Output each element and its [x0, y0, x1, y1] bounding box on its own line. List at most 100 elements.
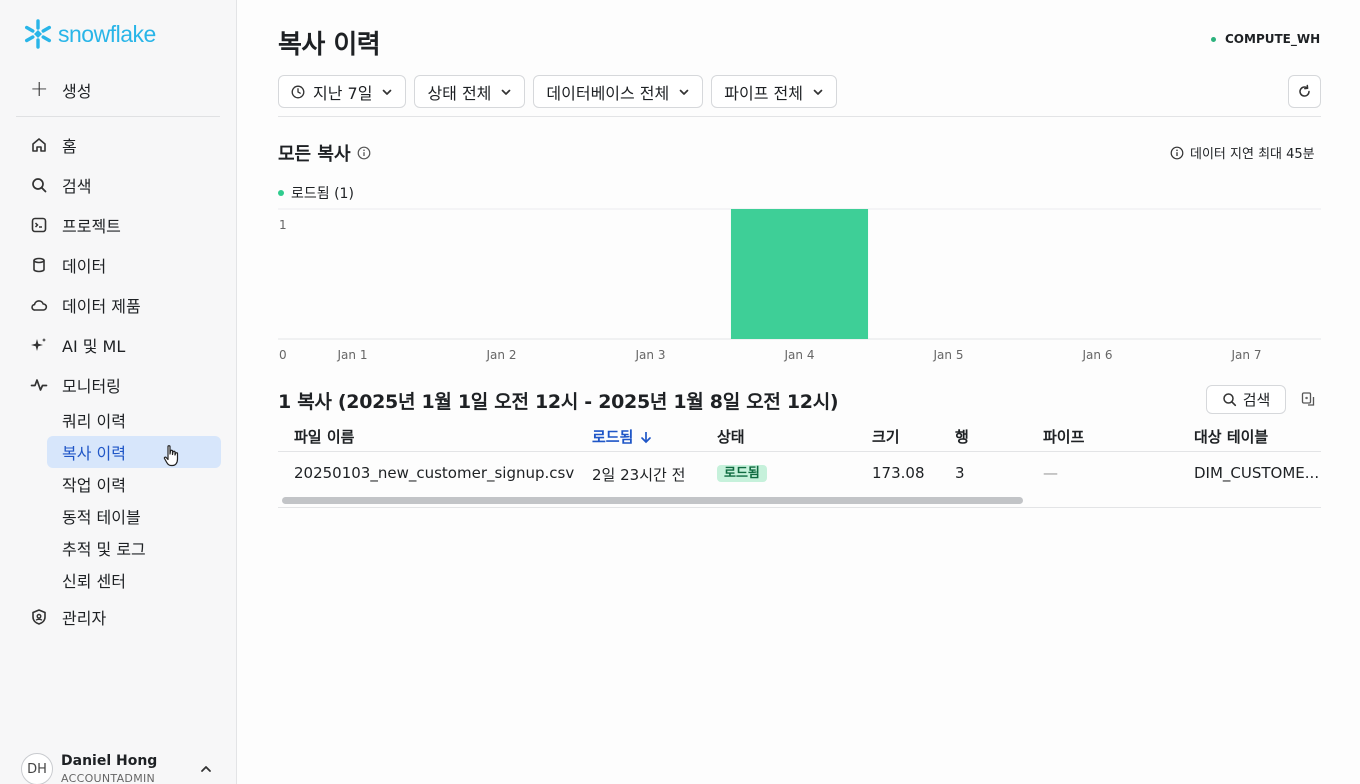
column-header-status[interactable]: 상태 [717, 426, 745, 447]
sidebar-subitem-label: 쿼리 이력 [62, 412, 126, 431]
warehouse-selector[interactable]: COMPUTE_WH [1211, 32, 1320, 46]
sidebar-subitem-task-history[interactable]: 작업 이력 [47, 468, 221, 500]
x-tick-label: Jan 6 [1082, 348, 1113, 362]
pipe-filter-label: 파이프 전체 [724, 83, 803, 103]
sidebar-item-label: 홈 [62, 137, 77, 156]
pipe-filter[interactable]: 파이프 전체 [711, 75, 837, 108]
chevron-up-icon[interactable] [199, 762, 213, 776]
sidebar-item-projects[interactable]: 프로젝트 [30, 214, 121, 236]
chevron-down-icon [679, 89, 689, 95]
horizontal-scrollbar[interactable] [278, 493, 1321, 508]
sidebar-item-label: 데이터 [62, 257, 107, 276]
user-role: ACCOUNTADMIN [61, 772, 156, 784]
legend-swatch [278, 190, 284, 196]
export-icon[interactable] [1300, 391, 1316, 407]
refresh-icon [1299, 84, 1310, 97]
shield-icon [32, 609, 46, 625]
sidebar-subitem-traces-logs[interactable]: 추적 및 로그 [47, 532, 221, 564]
snowflake-logo[interactable]: snowflake [22, 18, 156, 50]
y-tick-label: 0 [279, 348, 287, 362]
sidebar-subitem-label: 동적 테이블 [62, 508, 141, 527]
database-filter-label: 데이터베이스 전체 [546, 83, 670, 103]
hand-cursor-icon [163, 445, 179, 467]
status-filter-label: 상태 전체 [427, 83, 492, 103]
sidebar-item-search[interactable]: 검색 [30, 174, 91, 196]
sidebar-subitem-copy-history[interactable]: 복사 이력 [47, 436, 221, 468]
column-header-target[interactable]: 대상 테이블 [1194, 426, 1268, 447]
table-search-button[interactable]: 검색 [1206, 385, 1286, 414]
plus-icon: + [30, 77, 49, 102]
cell-file: 20250103_new_customer_signup.csv [294, 464, 575, 482]
arrow-down-icon [640, 432, 651, 444]
brand-name: snowflake [58, 20, 156, 47]
refresh-button[interactable] [1288, 75, 1321, 108]
x-tick-label: Jan 4 [784, 348, 815, 362]
cell-target: DIM_CUSTOME... [1194, 464, 1320, 482]
copy-history-chart: 1 0 Jan 1 Jan 2 Jan 3 Jan 4 Jan 5 Jan 6 Jan 7 [278, 208, 1321, 362]
sidebar: snowflake + 생성 홈 검색 프로젝트 데이터 데이터 제품 AI 및… [0, 0, 237, 784]
sidebar-subitem-dynamic-tables[interactable]: 동적 테이블 [47, 500, 221, 532]
time-range-filter[interactable]: 지난 7일 [278, 75, 407, 108]
sidebar-subitem-label: 신뢰 센터 [62, 572, 126, 591]
sidebar-subitem-label: 작업 이력 [62, 476, 126, 495]
snowflake-logo-icon [24, 19, 51, 49]
status-badge: 로드됨 [717, 465, 767, 482]
sidebar-subitem-query-history[interactable]: 쿼리 이력 [47, 404, 221, 436]
warehouse-status-dot [1211, 36, 1216, 42]
sidebar-divider [16, 116, 220, 117]
cell-status: 로드됨 [717, 462, 767, 482]
scrollbar-thumb[interactable] [282, 497, 1023, 504]
x-tick-label: Jan 5 [933, 348, 964, 362]
chevron-down-icon [813, 89, 823, 95]
sidebar-item-data[interactable]: 데이터 [30, 254, 106, 276]
x-tick-label: Jan 3 [635, 348, 666, 362]
sidebar-item-admin[interactable]: 관리자 [30, 606, 106, 628]
database-icon [33, 257, 45, 273]
warehouse-name: COMPUTE_WH [1225, 32, 1321, 46]
column-header-file[interactable]: 파일 이름 [294, 426, 354, 447]
chart-bar [730, 209, 869, 339]
chevron-down-icon [383, 89, 392, 95]
column-header-loaded-label: 로드됨 [592, 428, 634, 446]
x-tick-label: Jan 1 [337, 348, 368, 362]
user-menu[interactable]: DH Daniel Hong ACCOUNTADMIN [21, 752, 157, 784]
sidebar-item-label: AI 및 ML [62, 337, 126, 356]
info-icon [1170, 146, 1184, 159]
sidebar-item-monitoring[interactable]: 모니터링 [30, 374, 121, 396]
cell-rows: 3 [955, 464, 965, 482]
column-header-loaded[interactable]: 로드됨 [592, 426, 653, 447]
search-label: 검색 [1242, 391, 1271, 409]
column-header-rows[interactable]: 행 [955, 426, 969, 447]
table-title: 1 복사 (2025년 1월 1일 오전 12시 - 2025년 1월 8일 오… [278, 391, 839, 413]
activity-icon [30, 379, 48, 391]
cell-pipe: — [1043, 464, 1058, 482]
chart-title: 모든 복사 [278, 144, 351, 165]
info-icon[interactable] [357, 146, 371, 160]
sidebar-subitem-label: 추적 및 로그 [62, 540, 146, 559]
status-filter[interactable]: 상태 전체 [414, 75, 526, 108]
latency-text: 데이터 지연 최대 45분 [1190, 147, 1315, 162]
sidebar-item-ai-ml[interactable]: AI 및 ML [30, 334, 125, 356]
avatar: DH [21, 753, 53, 784]
cloud-icon [31, 300, 48, 311]
time-range-label: 지난 7일 [313, 83, 373, 103]
database-filter[interactable]: 데이터베이스 전체 [533, 75, 704, 108]
page-title: 복사 이력 [278, 30, 381, 60]
latency-note: 데이터 지연 최대 45분 [1170, 143, 1315, 162]
home-icon [32, 138, 46, 152]
header-divider [278, 116, 1321, 117]
sidebar-subitem-trust-center[interactable]: 신뢰 센터 [47, 564, 221, 596]
create-button[interactable]: + 생성 [30, 78, 91, 102]
sidebar-item-label: 모니터링 [62, 377, 121, 396]
sidebar-item-home[interactable]: 홈 [30, 134, 77, 156]
column-header-size[interactable]: 크기 [872, 426, 900, 447]
sidebar-item-data-products[interactable]: 데이터 제품 [30, 294, 141, 316]
sidebar-item-label: 데이터 제품 [62, 297, 141, 316]
table-row[interactable]: 20250103_new_customer_signup.csv 2일 23시간… [278, 453, 1321, 493]
cell-size: 173.08 [872, 464, 925, 482]
create-label: 생성 [62, 82, 92, 101]
column-header-pipe[interactable]: 파이프 [1043, 426, 1084, 447]
x-tick-label: Jan 7 [1231, 348, 1262, 362]
filter-bar: 지난 7일 상태 전체 데이터베이스 전체 파이프 전체 [278, 75, 837, 108]
search-icon [1222, 393, 1236, 407]
